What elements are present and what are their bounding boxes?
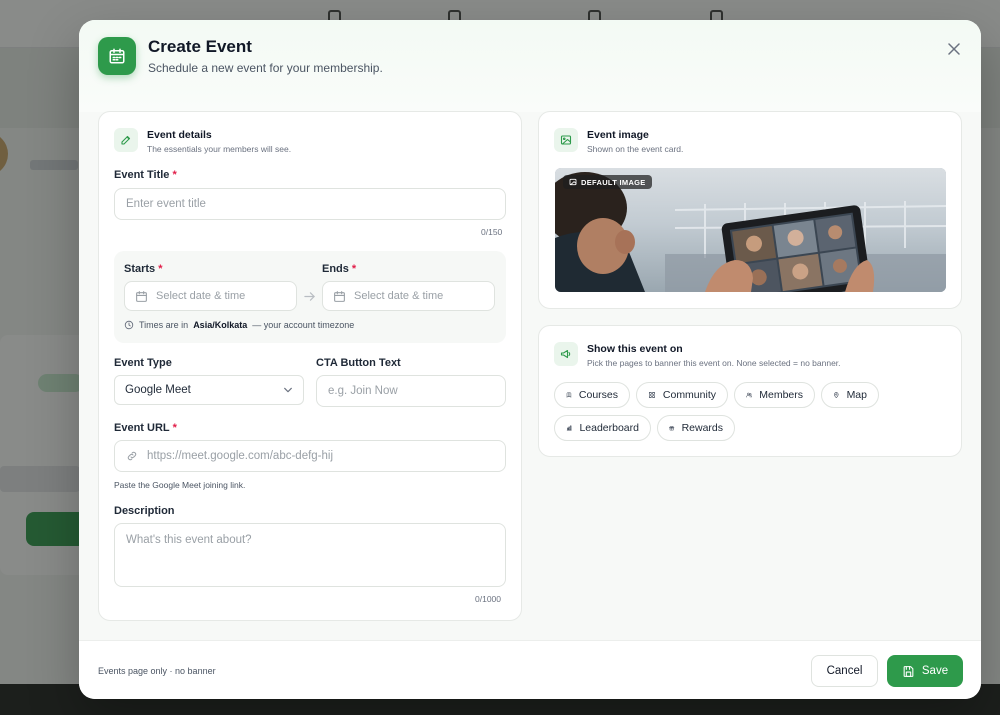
event-image-card: Event image Shown on the event card. DEF… [538, 111, 962, 309]
cancel-button[interactable]: Cancel [811, 655, 878, 687]
event-url-hint: Paste the Google Meet joining link. [114, 480, 246, 490]
pencil-icon [114, 128, 138, 152]
clock-icon [124, 320, 134, 330]
image-icon [554, 128, 578, 152]
save-button[interactable]: Save [887, 655, 963, 687]
event-title-counter: 0/150 [481, 227, 503, 237]
ends-date-input[interactable]: Select date & time [322, 281, 495, 311]
chevron-down-icon [284, 387, 292, 393]
cta-input[interactable]: e.g. Join Now [316, 375, 506, 407]
close-icon [948, 43, 960, 55]
modal-footer: Events page only · no banner Cancel Save [79, 640, 981, 699]
event-type-value: Google Meet [125, 384, 191, 396]
event-type-label: Event Type [114, 357, 172, 369]
ends-label: Ends * [322, 263, 357, 275]
arrow-right-icon [304, 292, 315, 301]
ends-date-placeholder: Select date & time [354, 290, 444, 302]
grid-icon [648, 392, 655, 398]
description-textarea[interactable]: What's this event about? [114, 523, 506, 587]
chip-map[interactable]: Map [821, 382, 879, 408]
event-title-input[interactable]: Enter event title [114, 188, 506, 220]
event-url-placeholder: https://meet.google.com/abc-defg-hij [147, 450, 334, 462]
show-on-subtitle: Pick the pages to banner this event on. … [587, 358, 841, 368]
modal-header: Create Event Schedule a new event for yo… [79, 20, 981, 112]
default-image-badge: DEFAULT IMAGE [563, 175, 652, 189]
chip-rewards[interactable]: Rewards [657, 415, 735, 441]
cta-placeholder: e.g. Join Now [328, 385, 398, 397]
required-marker: * [172, 169, 177, 181]
event-details-subtitle: The essentials your members will see. [147, 144, 292, 154]
calendar-icon [334, 290, 345, 302]
modal-subtitle: Schedule a new event for your membership… [148, 61, 383, 75]
event-image-title: Event image [587, 129, 649, 141]
event-image-subtitle: Shown on the event card. [587, 144, 684, 154]
event-image-preview[interactable]: DEFAULT IMAGE [555, 168, 946, 292]
description-label: Description [114, 505, 175, 517]
users-icon [746, 392, 752, 398]
event-title-placeholder: Enter event title [126, 198, 206, 210]
chip-community[interactable]: Community [636, 382, 728, 408]
image-icon [569, 178, 577, 186]
calendar-icon [98, 37, 136, 75]
create-event-modal: Create Event Schedule a new event for yo… [79, 20, 981, 699]
banner-status: Events page only · no banner [98, 666, 216, 676]
link-icon [127, 451, 137, 461]
starts-date-placeholder: Select date & time [156, 290, 246, 302]
event-url-input[interactable]: https://meet.google.com/abc-defg-hij [114, 440, 506, 472]
description-placeholder: What's this event about? [126, 534, 252, 546]
starts-label: Starts * [124, 263, 163, 275]
chip-leaderboard[interactable]: Leaderboard [554, 415, 651, 441]
show-on-title: Show this event on [587, 343, 683, 355]
event-details-card: Event details The essentials your member… [98, 111, 522, 621]
calendar-icon [136, 290, 147, 302]
chip-courses[interactable]: Courses [554, 382, 630, 408]
show-event-on-card: Show this event on Pick the pages to ban… [538, 325, 962, 457]
description-counter: 0/1000 [475, 594, 501, 604]
timezone-value: Asia/Kolkata [193, 320, 248, 330]
bar-chart-icon [566, 425, 572, 431]
event-type-select[interactable]: Google Meet [114, 375, 304, 405]
save-icon [903, 665, 914, 677]
book-icon [566, 392, 572, 398]
event-url-label: Event URL * [114, 422, 177, 434]
map-pin-icon [834, 392, 839, 399]
close-button[interactable] [944, 39, 964, 59]
gift-icon [669, 426, 675, 431]
starts-date-input[interactable]: Select date & time [124, 281, 297, 311]
event-details-title: Event details [147, 129, 212, 141]
timezone-note: Times are in Asia/Kolkata — your account… [124, 320, 354, 330]
cta-label: CTA Button Text [316, 357, 401, 369]
megaphone-icon [554, 342, 578, 366]
event-title-label: Event Title * [114, 169, 177, 181]
chip-members[interactable]: Members [734, 382, 815, 408]
date-range-panel: Starts * Select date & time Ends * Select … [114, 251, 506, 343]
modal-title: Create Event [148, 37, 252, 56]
